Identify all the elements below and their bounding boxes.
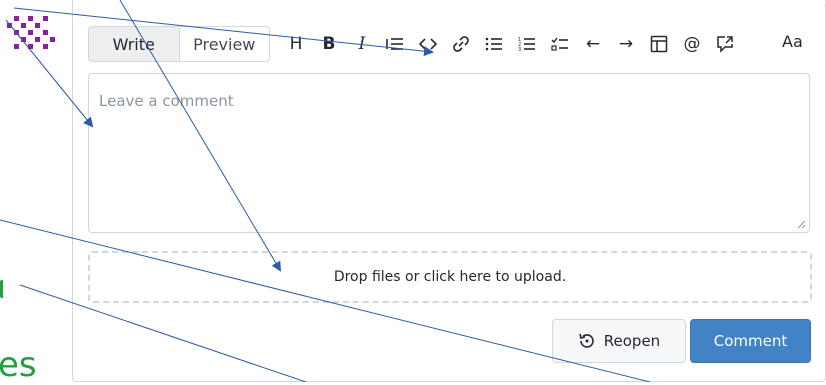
bold-icon[interactable]: B (317, 32, 341, 56)
tab-write[interactable]: Write (89, 27, 180, 61)
arrow-right-icon[interactable]: → (614, 32, 638, 56)
reopen-button[interactable]: Reopen (552, 319, 686, 363)
markdown-toolbar: H B I 123 ← → @ (284, 30, 746, 58)
comment-placeholder: Leave a comment (99, 92, 234, 110)
reference-icon[interactable] (713, 32, 737, 56)
resize-handle-icon[interactable] (796, 219, 806, 229)
comment-textarea[interactable]: Leave a comment (88, 73, 810, 233)
link-icon[interactable] (449, 32, 473, 56)
arrow-left-icon[interactable]: ← (581, 32, 605, 56)
mention-icon[interactable]: @ (680, 32, 704, 56)
editor-tabs: Write Preview (88, 26, 270, 62)
timeline-marker (0, 280, 11, 298)
comment-button[interactable]: Comment (690, 319, 811, 363)
italic-icon[interactable]: I (350, 32, 374, 56)
numbered-list-icon[interactable]: 123 (515, 32, 539, 56)
sidebar-text-fragment: es (0, 345, 37, 385)
bullet-list-icon[interactable] (482, 32, 506, 56)
file-dropzone[interactable]: Drop files or click here to upload. (88, 251, 812, 303)
reopen-label: Reopen (603, 332, 661, 350)
tab-preview[interactable]: Preview (180, 27, 270, 61)
table-icon[interactable] (647, 32, 671, 56)
user-avatar[interactable] (6, 8, 56, 58)
heading-icon[interactable]: H (284, 32, 308, 56)
task-list-icon[interactable] (548, 32, 572, 56)
font-toggle-button[interactable]: Aa (782, 32, 803, 51)
quote-icon[interactable] (383, 32, 407, 56)
reopen-icon (579, 333, 594, 348)
code-icon[interactable] (416, 32, 440, 56)
svg-text:3: 3 (518, 47, 521, 52)
